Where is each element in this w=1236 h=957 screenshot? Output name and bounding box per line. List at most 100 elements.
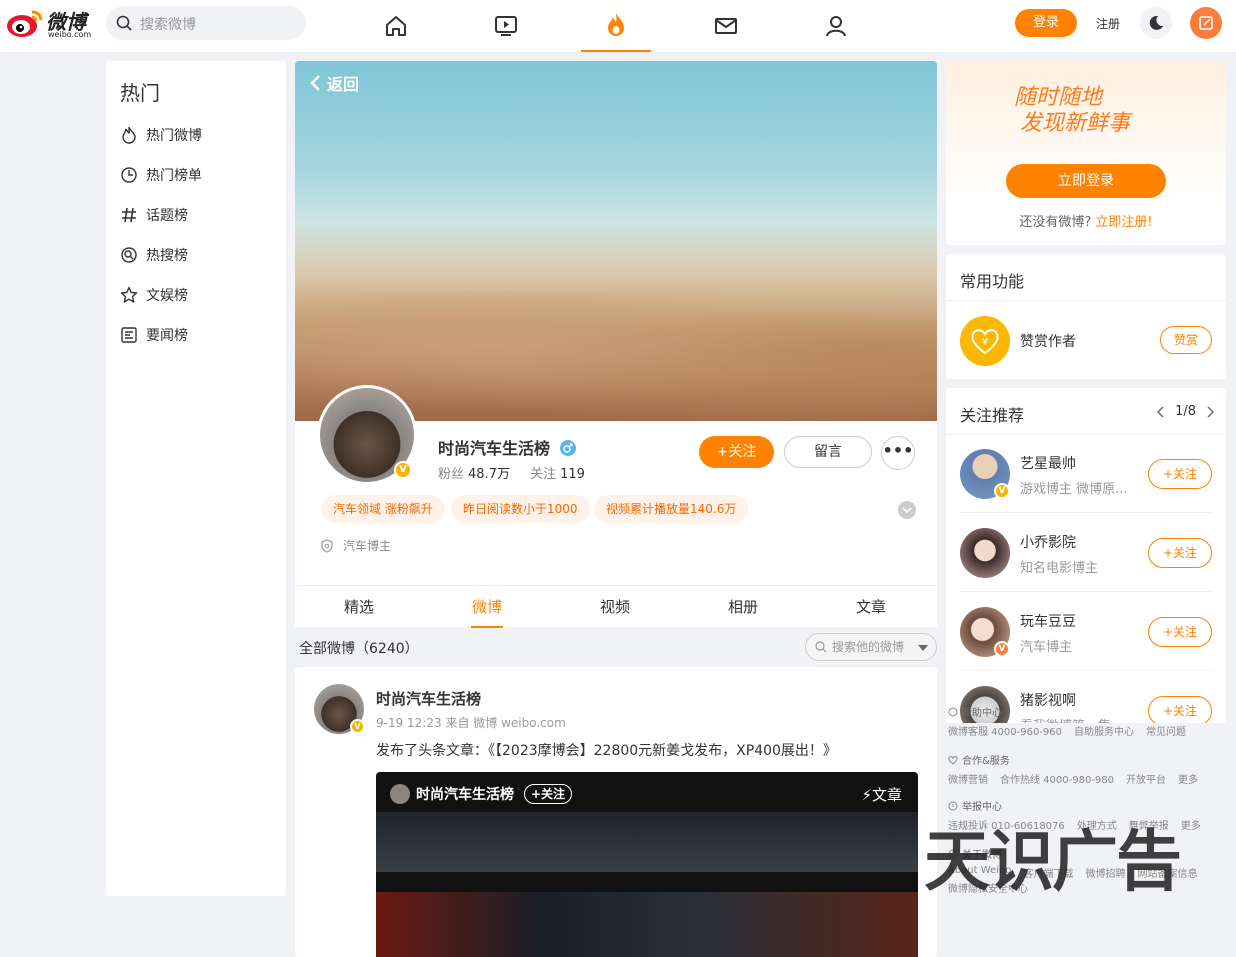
register-now-link[interactable]: 立即注册! <box>1095 215 1152 230</box>
verified-badge-icon: V <box>350 719 365 734</box>
login-button[interactable]: 登录 <box>1015 9 1077 37</box>
back-button[interactable]: 返回 <box>309 71 359 95</box>
flame-icon <box>122 126 136 144</box>
article-card-header: 时尚汽车生活榜 +关注 <box>390 784 573 804</box>
footer-link[interactable]: 微博营销 <box>948 771 988 786</box>
footer-help: 帮助中心 微博客服 4000-960-960 自助服务中心 常见问题 <box>948 704 1234 738</box>
footer-help-header: 帮助中心 <box>948 704 1234 719</box>
profile-tag[interactable]: 汽车领域 涨粉飙升 <box>321 495 445 523</box>
article-type-text: 文章 <box>871 786 902 804</box>
more-options-button[interactable]: ••• <box>881 436 915 470</box>
home-icon <box>386 16 406 36</box>
recommend-follow-button[interactable]: +关注 <box>1148 617 1212 647</box>
expo-stage <box>376 892 918 957</box>
reward-button[interactable]: 赞赏 <box>1160 326 1212 354</box>
recommend-card: 关注推荐 1/8 V 艺星最帅 游戏博主 微博原... +关注 小乔影院 知名电… <box>946 388 1226 723</box>
sidebar-item-label: 热门微博 <box>146 128 202 144</box>
fans-count[interactable]: 48.7万 <box>468 467 510 482</box>
recommend-name[interactable]: 玩车豆豆 <box>1020 611 1076 631</box>
watermark: 天识广告 <box>924 823 1182 900</box>
reward-author-label: 赞赏作者 <box>1020 334 1076 350</box>
chevron-right-icon[interactable] <box>1206 406 1214 418</box>
chevron-down-icon <box>902 507 912 514</box>
footer-link[interactable]: 开放平台 <box>1126 771 1166 786</box>
article-card-follow-button[interactable]: +关注 <box>524 784 573 804</box>
slogan-line-1: 随时随地 <box>1014 85 1103 110</box>
sidebar-item-hot-list[interactable]: 热门榜单 <box>120 163 202 187</box>
all-weibo-count[interactable]: 全部微博（6240） <box>299 638 419 658</box>
following-label: 关注 <box>530 467 557 482</box>
search-his-weibo-placeholder: 搜索他的微博 <box>832 640 905 654</box>
weibo-post: V 时尚汽车生活榜 9-19 12:23 来自 微博 weibo.com 发布了… <box>295 667 937 957</box>
chevron-left-icon <box>310 75 320 91</box>
recommend-desc: 汽车博主 <box>1020 640 1073 655</box>
star-icon <box>120 286 138 303</box>
footer-link[interactable]: 更多 <box>1178 771 1198 786</box>
expand-tags-button[interactable] <box>898 501 916 519</box>
chevron-left-icon[interactable] <box>1157 406 1165 418</box>
recommend-pager: 1/8 <box>1157 404 1214 419</box>
nav-profile[interactable] <box>801 0 871 52</box>
footer-link[interactable]: 更多 <box>1181 817 1201 832</box>
tab-articles[interactable]: 文章 <box>807 586 935 628</box>
nav-messages[interactable] <box>691 0 761 52</box>
footer-link[interactable]: 微博客服 4000-960-960 <box>948 723 1062 738</box>
sidebar-item-hot-weibo[interactable]: 热门微博 <box>120 123 202 147</box>
sidebar-item-news[interactable]: 要闻榜 <box>120 323 188 347</box>
recommend-item: 小乔影院 知名电影博主 +关注 <box>960 514 1212 592</box>
functions-card: 常用功能 ¥ 赞赏作者 赞赏 <box>946 254 1226 379</box>
back-label: 返回 <box>327 75 360 94</box>
recommend-name[interactable]: 艺星最帅 <box>1020 453 1076 473</box>
login-now-button[interactable]: 立即登录 <box>1006 164 1166 198</box>
article-type-label: ⚡文章 <box>861 784 902 805</box>
weibo-eye-icon <box>7 10 43 37</box>
logo-subtext: weibo.com <box>48 30 92 39</box>
recommend-desc: 知名电影博主 <box>1020 561 1099 576</box>
profile-name-text: 时尚汽车生活榜 <box>438 439 551 458</box>
search-circle-icon <box>121 247 137 263</box>
recommend-item: V 艺星最帅 游戏博主 微博原... +关注 <box>960 435 1212 513</box>
sidebar-item-topics[interactable]: 话题榜 <box>120 203 188 227</box>
moon-icon <box>1149 15 1163 30</box>
article-card[interactable]: 时尚汽车生活榜 +关注 ⚡文章 <box>376 772 918 957</box>
weibo-logo[interactable]: 微博 weibo.com <box>6 4 96 40</box>
following-count[interactable]: 119 <box>560 467 585 482</box>
dark-mode-toggle[interactable] <box>1140 7 1172 39</box>
tab-video[interactable]: 视频 <box>551 586 679 628</box>
nav-hot[interactable] <box>581 0 651 52</box>
search-box[interactable]: 搜索微博 <box>106 6 306 40</box>
search-his-weibo-input[interactable]: 搜索他的微博 <box>805 633 937 661</box>
slogan-line-2: 发现新鲜事 <box>1020 111 1131 136</box>
post-meta: 9-19 12:23 来自 微博 weibo.com <box>376 716 566 730</box>
heart-icon <box>948 755 958 765</box>
recommend-follow-button[interactable]: +关注 <box>1148 538 1212 568</box>
tab-featured[interactable]: 精选 <box>295 586 423 628</box>
article-card-avatar <box>390 784 410 804</box>
footer-link[interactable]: 合作热线 4000-980-980 <box>1000 771 1114 786</box>
nav-video[interactable] <box>471 0 541 52</box>
compose-button[interactable] <box>1190 7 1222 39</box>
profile-tag[interactable]: 视频累计播放量140.6万 <box>594 495 749 523</box>
register-link[interactable]: 注册 <box>1096 15 1120 32</box>
footer-link[interactable]: 自助服务中心 <box>1074 723 1134 738</box>
nav-home[interactable] <box>361 0 431 52</box>
sidebar-item-entertainment[interactable]: 文娱榜 <box>120 283 188 307</box>
verified-badge-icon: V <box>994 483 1010 499</box>
profile-tag[interactable]: 昨日阅读数小于1000 <box>451 495 590 523</box>
footer-link[interactable]: 常见问题 <box>1146 723 1186 738</box>
post-author[interactable]: 时尚汽车生活榜 <box>376 688 481 709</box>
sidebar-item-hot-search[interactable]: 热搜榜 <box>120 243 188 267</box>
recommend-follow-button[interactable]: +关注 <box>1148 459 1212 489</box>
footer-coop-links: 微博营销 合作热线 4000-980-980 开放平台 更多 <box>948 771 1234 786</box>
profile-header: V 时尚汽车生活榜 粉丝 48.7万 关注 119 +关注 留言 ••• 汽车领域 … <box>295 385 937 585</box>
search-placeholder: 搜索微博 <box>140 17 196 33</box>
divider <box>946 300 1226 301</box>
recommend-avatar[interactable] <box>960 528 1010 578</box>
login-slogan: 随时随地 发现新鲜事 <box>1014 85 1130 137</box>
reward-heart-icon: ¥ <box>960 316 1010 366</box>
follow-button[interactable]: +关注 <box>699 436 774 468</box>
tab-album[interactable]: 相册 <box>679 586 807 628</box>
recommend-name[interactable]: 小乔影院 <box>1020 532 1076 552</box>
tab-weibo[interactable]: 微博 <box>423 586 551 628</box>
message-button[interactable]: 留言 <box>784 436 872 468</box>
